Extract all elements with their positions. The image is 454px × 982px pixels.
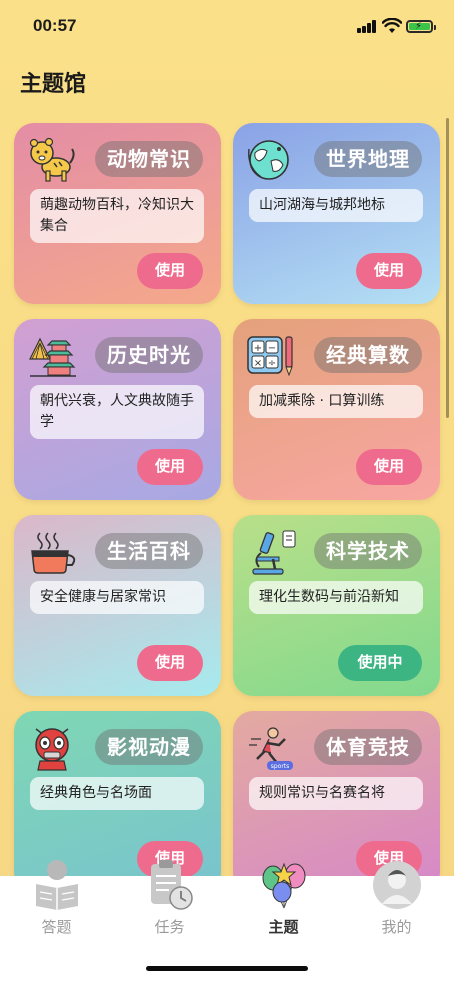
card-title: 生活百科 (95, 533, 203, 569)
theme-card-arithmetic[interactable]: + − × ÷ 经典算数 加减乘除 · 口算训练 使用 (233, 319, 440, 500)
tab-label: 答题 (41, 918, 72, 936)
microscope-icon (252, 530, 296, 575)
tab-tasks[interactable]: 任务 (113, 860, 226, 956)
use-button[interactable]: 使用 (137, 645, 203, 681)
home-indicator[interactable] (146, 966, 308, 971)
card-title: 科学技术 (314, 533, 422, 569)
theme-card-animals[interactable]: 动物常识 萌趣动物百科，冷知识大集合 使用 (14, 123, 221, 304)
use-button[interactable]: 使用 (137, 449, 203, 485)
svg-text:+: + (254, 343, 262, 354)
card-title: 经典算数 (314, 337, 422, 373)
theme-card-geography[interactable]: 世界地理 山河湖海与城邦地标 使用 (233, 123, 440, 304)
superhero-icon (35, 728, 69, 771)
theme-card-life[interactable]: 生活百科 安全健康与居家常识 使用 (14, 515, 221, 696)
reading-icon (35, 860, 78, 910)
teacup-icon (31, 532, 76, 574)
status-bar: 00:57 ⚡ (0, 0, 454, 54)
use-button[interactable]: 使用 (356, 253, 422, 289)
tiger-icon (29, 137, 75, 182)
tab-quiz[interactable]: 答题 (0, 860, 113, 956)
cellular-signal-icon (357, 20, 377, 33)
tab-label: 任务 (154, 918, 185, 936)
card-title: 世界地理 (314, 141, 422, 177)
use-button[interactable]: 使用 (356, 449, 422, 485)
balloons-icon (262, 862, 305, 909)
tab-themes[interactable]: 主题 (227, 862, 340, 956)
card-title: 体育竞技 (314, 729, 422, 765)
calculator-icon: + − × ÷ (247, 336, 293, 377)
battery-charging-icon: ⚡ (406, 20, 436, 33)
runner-icon: sports (249, 727, 293, 770)
wifi-icon (382, 18, 402, 33)
card-description: 安全健康与居家常识 (30, 581, 204, 614)
card-title: 影视动漫 (95, 729, 203, 765)
svg-text:÷: ÷ (268, 358, 276, 369)
card-description: 规则常识与名赛名将 (249, 777, 423, 810)
in-use-button[interactable]: 使用中 (338, 645, 422, 681)
scrollbar[interactable] (446, 118, 449, 418)
avatar-icon (372, 861, 421, 909)
card-description: 理化生数码与前沿新知 (249, 581, 423, 614)
tab-label: 主题 (268, 918, 299, 936)
temple-icon (29, 337, 76, 377)
page-title: 主题馆 (20, 72, 87, 97)
use-button[interactable]: 使用 (137, 253, 203, 289)
clipboard-clock-icon (150, 860, 193, 910)
card-description: 加减乘除 · 口算训练 (249, 385, 423, 418)
card-description: 山河湖海与城邦地标 (249, 189, 423, 222)
card-title: 动物常识 (95, 141, 203, 177)
status-time: 00:57 (33, 16, 77, 35)
tab-me[interactable]: 我的 (340, 861, 453, 956)
card-description: 朝代兴衰，人文典故随手学 (30, 385, 204, 439)
svg-text:×: × (254, 358, 262, 369)
theme-card-history[interactable]: 历史时光 朝代兴衰，人文典故随手学 使用 (14, 319, 221, 500)
svg-text:sports: sports (271, 763, 290, 770)
svg-text:−: − (268, 343, 276, 354)
card-title: 历史时光 (95, 337, 203, 373)
card-description: 经典角色与名场面 (30, 777, 204, 810)
theme-card-science[interactable]: 科学技术 理化生数码与前沿新知 使用中 (233, 515, 440, 696)
tab-label: 我的 (381, 918, 412, 936)
globe-icon (248, 140, 289, 180)
card-description: 萌趣动物百科，冷知识大集合 (30, 189, 204, 243)
